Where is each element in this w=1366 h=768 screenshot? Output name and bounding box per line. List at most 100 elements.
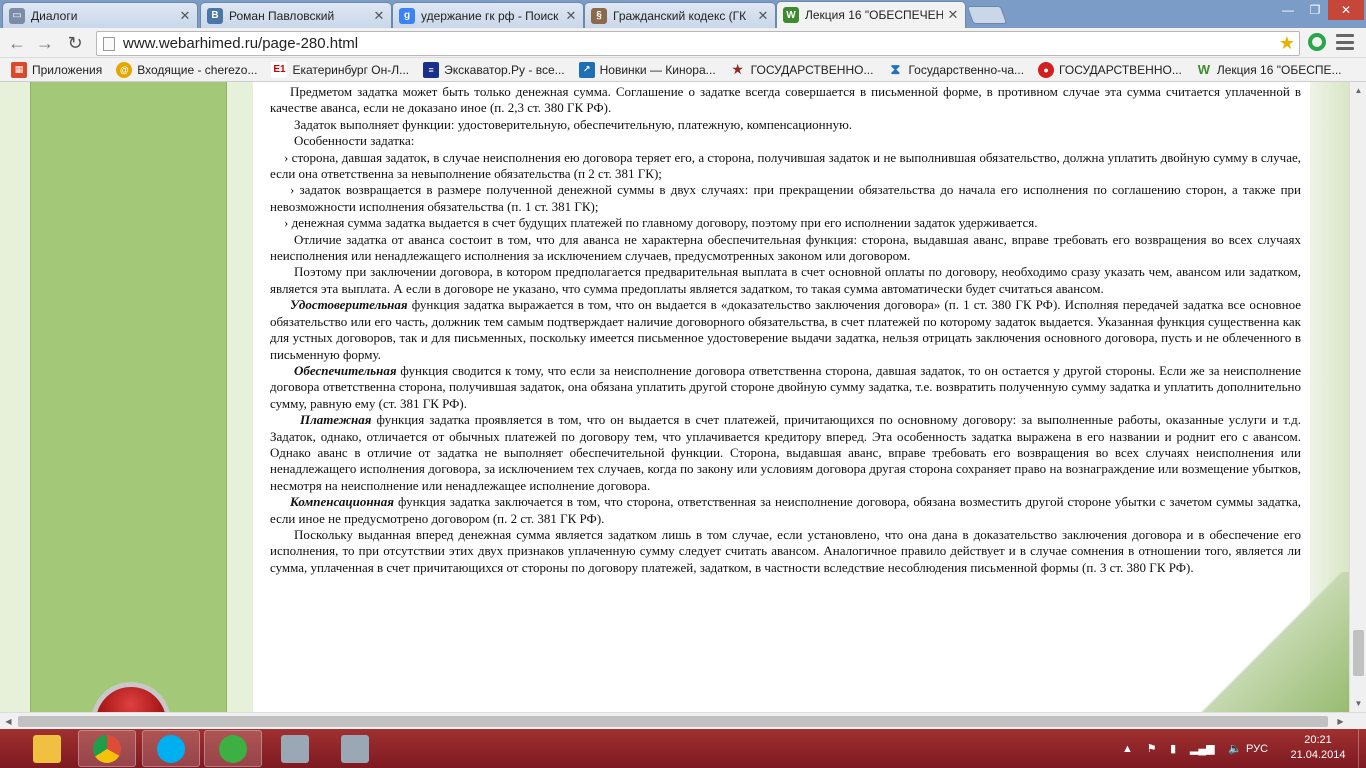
list-item: › задаток возвращается в размере получен… — [270, 182, 1301, 214]
language-indicator[interactable]: РУС — [1246, 729, 1268, 768]
document-stack-icon — [341, 734, 369, 763]
vertical-scrollbar[interactable]: ▲ ▼ — [1349, 82, 1366, 712]
star-icon: ★ — [731, 61, 744, 77]
hourglass-icon: ⧗ — [890, 61, 901, 77]
mail-icon: @ — [116, 61, 133, 78]
term-compensatory: Компенсационная — [290, 494, 394, 510]
google-icon: g — [399, 7, 415, 24]
bookmark-lecture[interactable]: W Лекция 16 "ОБЕСПЕ... — [1191, 60, 1347, 80]
clock[interactable]: 20:21 21.04.2014 — [1282, 733, 1354, 763]
paragraph: Поэтому при заключении договора, в котор… — [270, 264, 1301, 296]
close-icon[interactable]: ✕ — [947, 7, 959, 23]
url-input[interactable] — [123, 35, 1299, 52]
close-icon[interactable]: ✕ — [565, 8, 577, 24]
new-tab-button[interactable] — [966, 6, 1008, 24]
term-payment: Платежная — [300, 412, 372, 428]
paragraph: Платежная функция задатка проявляется в … — [270, 412, 1301, 493]
skype-icon — [157, 734, 185, 763]
term-securing: Обеспечительная — [294, 362, 397, 378]
extension-icon[interactable] — [1308, 33, 1326, 51]
paragraph: Особенности задатка: — [294, 133, 415, 149]
flag-icon[interactable]: ⚑ — [1147, 742, 1157, 755]
tab-civil-code[interactable]: § Гражданский кодекс (ГК ✕ — [584, 2, 776, 28]
bookmark-apps[interactable]: ▦ Приложения — [6, 60, 107, 80]
bookmark-excavator[interactable]: ≡ Экскаватор.Ру - все... — [418, 60, 569, 80]
toolbar: ← → ↻ ★ — [0, 28, 1366, 58]
list-item: › сторона, давшая задаток, в случае неис… — [270, 149, 1301, 182]
page-curl-decoration — [1160, 572, 1349, 712]
scroll-thumb[interactable] — [18, 716, 1328, 727]
vk-icon: B — [207, 7, 223, 24]
page-icon — [103, 36, 115, 51]
document-icon: § — [591, 7, 607, 24]
scroll-up-icon[interactable]: ▲ — [1350, 82, 1366, 99]
bookmark-star-icon[interactable]: ★ — [1279, 33, 1295, 54]
bookmark-inbox[interactable]: @ Входящие - cherezo... — [111, 60, 262, 80]
signal-icon[interactable]: ▂▄▆ — [1190, 742, 1215, 755]
taskbar-explorer[interactable] — [18, 730, 76, 767]
tab-dialogs[interactable]: ▭ Диалоги ✕ — [2, 2, 198, 28]
apps-grid-icon: ▦ — [11, 61, 27, 78]
system-tray: ▲ ⚑ ▮ ▂▄▆ 🔈 — [1122, 729, 1242, 768]
paragraph: Предметом задатка может быть только дене… — [270, 84, 1301, 116]
taskbar-docs-2[interactable] — [326, 730, 384, 767]
left-sidebar — [30, 82, 227, 712]
battery-icon[interactable]: ▮ — [1170, 742, 1176, 755]
scroll-thumb[interactable] — [1353, 630, 1364, 676]
maximize-button[interactable]: ❐ — [1302, 0, 1328, 20]
document-stack-icon — [281, 734, 309, 763]
close-icon[interactable]: ✕ — [757, 8, 769, 24]
taskbar: ▲ ⚑ ▮ ▂▄▆ 🔈 РУС 20:21 21.04.2014 — [0, 729, 1366, 768]
bookmarks-bar: ▦ Приложения @ Входящие - cherezo... E1 … — [0, 58, 1366, 82]
circle-logo-icon: ● — [1038, 61, 1055, 78]
scroll-right-icon[interactable]: ▶ — [1332, 713, 1349, 730]
paragraph: Удостоверительная функция задатка выража… — [270, 297, 1301, 362]
excavator-icon: ≡ — [423, 61, 440, 78]
taskbar-chrome[interactable] — [78, 730, 136, 767]
tab-roman[interactable]: B Роман Павловский ✕ — [200, 2, 392, 28]
paragraph: Компенсационная функция задатка заключае… — [270, 494, 1301, 526]
folder-icon — [33, 734, 61, 763]
bookmark-gos-2[interactable]: ● ГОСУДАРСТВЕННО... — [1033, 60, 1187, 80]
reload-icon[interactable]: ↻ — [64, 33, 86, 53]
taskbar-skype[interactable] — [142, 730, 200, 767]
tab-google-search[interactable]: g удержание гк рф - Поиск ✕ — [392, 2, 584, 28]
list-item: › денежная сумма задатка выдается в счет… — [284, 215, 1038, 231]
minimize-button[interactable]: — — [1274, 0, 1302, 20]
taskbar-mail-agent[interactable] — [204, 730, 262, 767]
paragraph: Поскольку выданная вперед денежная сумма… — [270, 526, 1301, 575]
w-logo-icon: W — [1197, 62, 1210, 77]
shield-logo-icon — [91, 682, 171, 712]
paragraph: Задаток выполняет функции: удостоверител… — [294, 116, 853, 132]
message-icon: ▭ — [9, 7, 25, 24]
horizontal-scrollbar[interactable]: ◀ ▶ — [0, 712, 1366, 729]
taskbar-docs-1[interactable] — [266, 730, 324, 767]
menu-icon[interactable] — [1336, 34, 1354, 50]
show-desktop-button[interactable] — [1358, 729, 1366, 768]
bookmark-kino[interactable]: ↗ Новинки — Кинора... — [574, 60, 721, 80]
close-icon[interactable]: ✕ — [373, 8, 385, 24]
address-bar[interactable]: ★ — [96, 31, 1300, 56]
back-icon[interactable]: ← — [6, 33, 28, 53]
w-logo-icon: W — [783, 7, 799, 23]
e1-icon: E1 — [271, 61, 288, 78]
bookmark-e1[interactable]: E1 Екатеринбург Он-Л... — [266, 60, 414, 80]
scroll-left-icon[interactable]: ◀ — [0, 713, 17, 730]
close-window-button[interactable]: ✕ — [1328, 0, 1364, 20]
bookmark-gos-part[interactable]: ⧗ Государственно-ча... — [882, 60, 1029, 80]
paragraph: Отличие задатка от аванса состоит в том,… — [270, 231, 1301, 264]
mail-agent-icon — [219, 734, 247, 763]
forward-icon[interactable]: → — [34, 33, 56, 53]
article-text: Предметом задатка может быть только дене… — [270, 84, 1301, 576]
bookmark-gos-1[interactable]: ★ ГОСУДАРСТВЕННО... — [725, 60, 879, 80]
close-icon[interactable]: ✕ — [179, 8, 191, 24]
term-certifying: Удостоверительная — [290, 297, 408, 313]
kino-icon: ↗ — [578, 61, 595, 78]
tray-expand-icon[interactable]: ▲ — [1122, 743, 1133, 755]
tab-strip: ▭ Диалоги ✕ B Роман Павловский ✕ g удерж… — [0, 0, 1366, 28]
volume-icon[interactable]: 🔈 — [1228, 742, 1242, 755]
chrome-icon — [93, 734, 121, 763]
scroll-down-icon[interactable]: ▼ — [1350, 695, 1366, 712]
paragraph: Обеспечительная функция сводится к тому,… — [270, 362, 1301, 411]
tab-lecture-16[interactable]: W Лекция 16 "ОБЕСПЕЧЕНИ ✕ — [776, 1, 966, 28]
